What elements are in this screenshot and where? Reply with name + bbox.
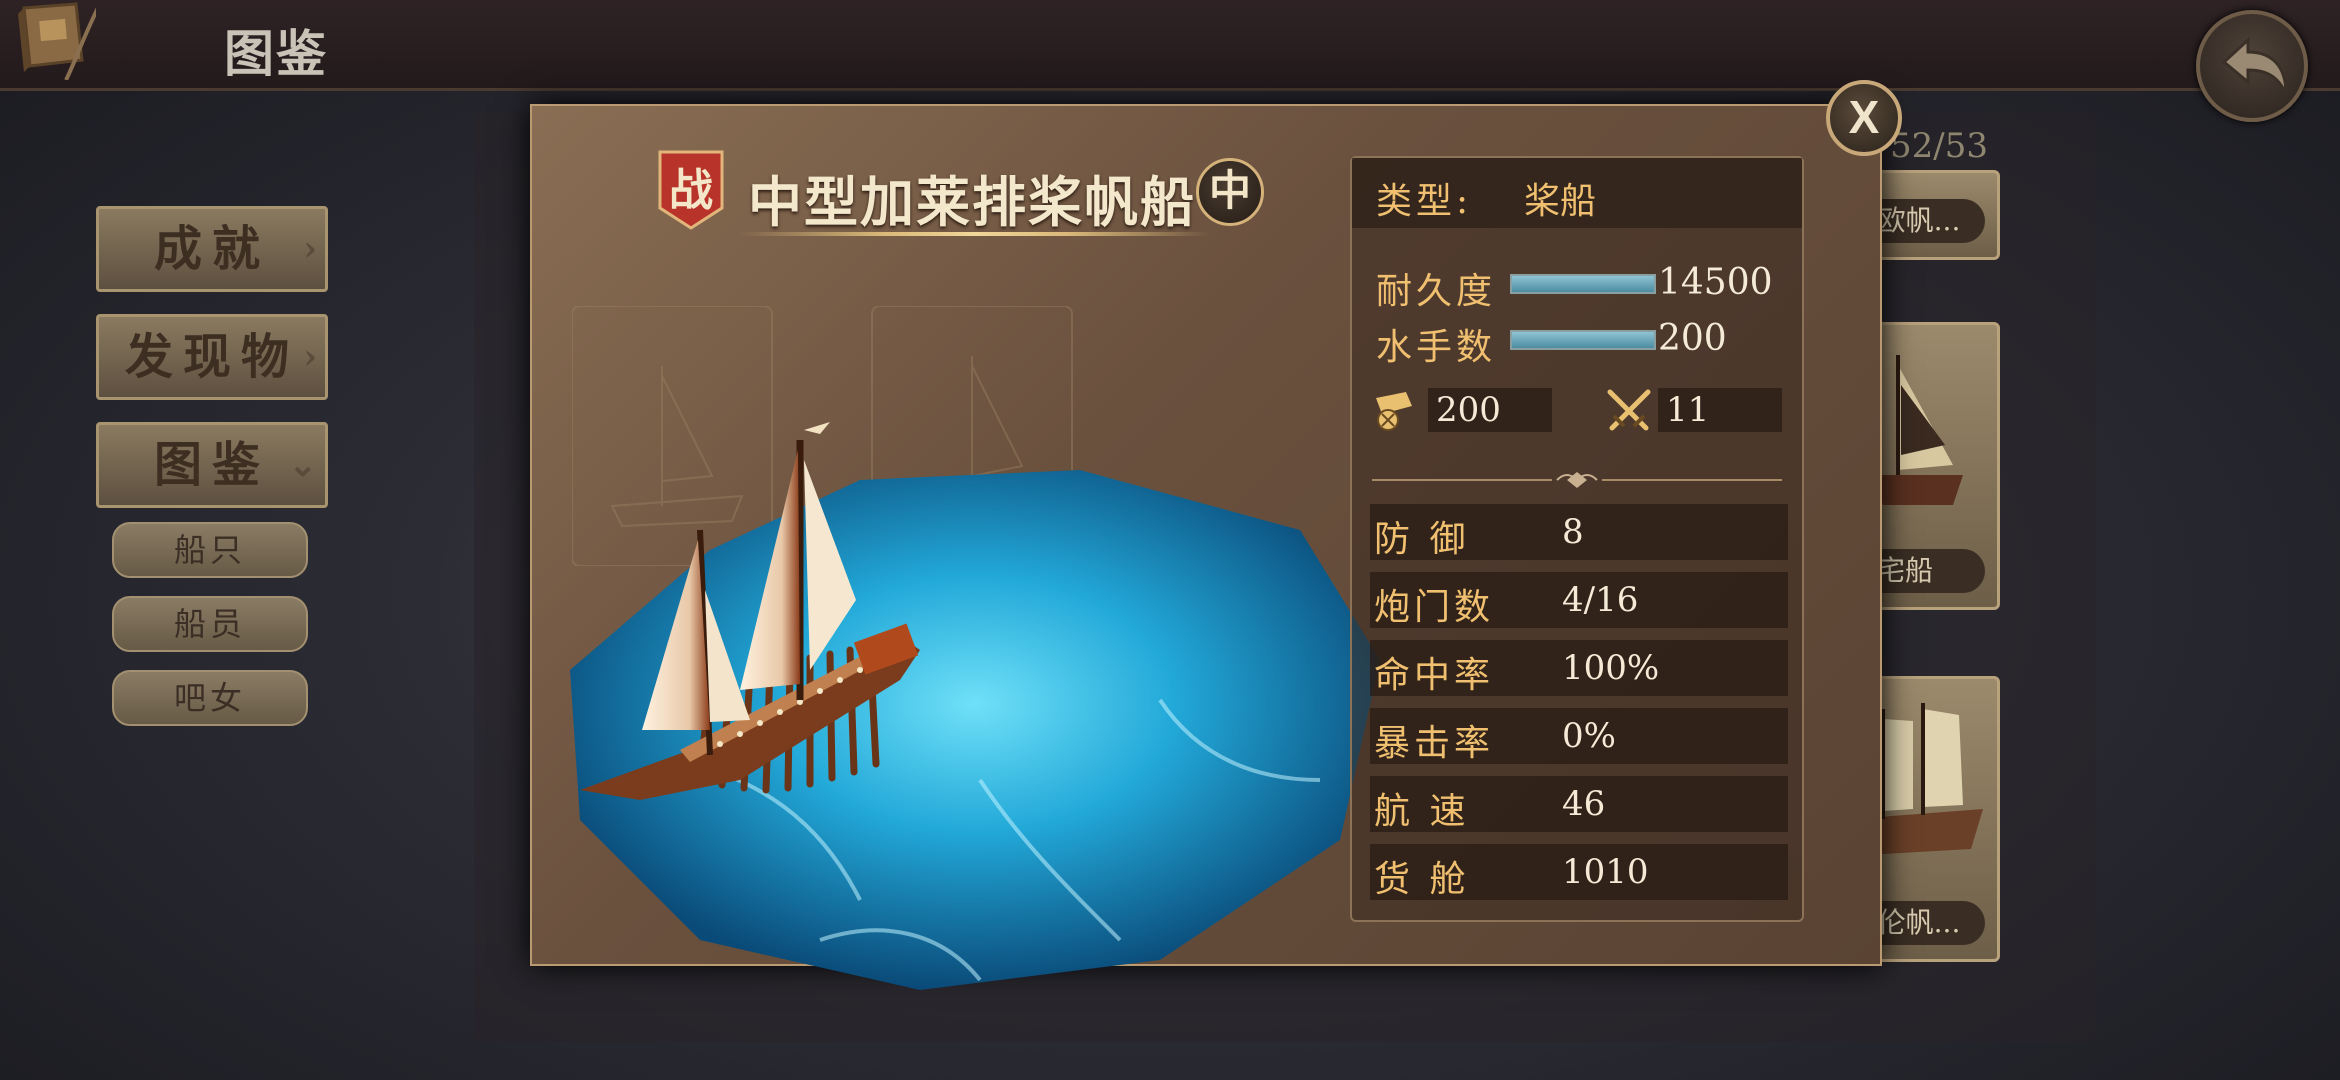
close-button[interactable]: X (1826, 80, 1902, 156)
back-button[interactable] (2196, 10, 2308, 122)
submenu-barmaids[interactable]: 吧女 (112, 670, 308, 726)
ship-name: 中型加莱排桨帆船 (748, 170, 1196, 234)
menu-label: 发现物 (124, 329, 299, 385)
title-underline (740, 232, 1210, 236)
stat-label: 货 舱 (1374, 859, 1470, 900)
menu-achievements[interactable]: 成就 › (96, 206, 328, 292)
stat-value: 4/16 (1562, 580, 1639, 620)
stat-row-speed: 航 速 46 (1370, 776, 1788, 832)
stat-label: 暴击率 (1374, 723, 1495, 764)
war-badge-label: 战 (669, 165, 713, 216)
stat-row-accuracy: 命中率 100% (1370, 640, 1788, 696)
ship-3d-preview (570, 422, 1380, 990)
stat-value: 100% (1562, 648, 1660, 688)
ship-stats-panel: 类型: 桨船 耐久度 14500 水手数 200 200 11 防 御 8 炮门… (1350, 156, 1804, 922)
stat-row-gunports: 炮门数 4/16 (1370, 572, 1788, 628)
crossed-swords-icon (1607, 389, 1651, 431)
cannon-icon (1376, 392, 1412, 431)
cannon-value: 200 (1436, 390, 1501, 430)
close-icon: X (1848, 91, 1880, 143)
stat-value: 1010 (1562, 852, 1649, 892)
menu-codex[interactable]: 图鉴 ⌄ (96, 422, 328, 508)
stat-value: 8 (1562, 512, 1584, 552)
ship-type-value: 桨船 (1524, 181, 1597, 222)
chevron-right-icon: › (303, 229, 317, 269)
stat-value: 0% (1562, 716, 1616, 756)
ship-type-row: 类型: 桨船 (1352, 158, 1802, 228)
stat-label: 命中率 (1374, 655, 1495, 696)
page-title: 图鉴 (224, 24, 328, 83)
stat-row-defense: 防 御 8 (1370, 504, 1788, 560)
back-arrow-icon (2221, 36, 2288, 95)
stat-label: 航 速 (1374, 791, 1470, 832)
crew-bar (1510, 330, 1656, 350)
durability-bar (1510, 274, 1656, 294)
crew-bar-fill (1512, 332, 1654, 348)
cannon-box: 200 (1428, 388, 1552, 432)
durability-label: 耐久度 (1376, 271, 1497, 312)
menu-label: 成就 (153, 221, 270, 277)
ornament-divider (1372, 472, 1782, 488)
durability-bar-fill (1512, 276, 1654, 292)
stat-row-cargo: 货 舱 1010 (1370, 844, 1788, 900)
submenu-crew[interactable]: 船员 (112, 596, 308, 652)
melee-box: 11 (1658, 388, 1782, 432)
melee-value: 11 (1666, 390, 1710, 430)
submenu-ships[interactable]: 船只 (112, 522, 308, 578)
book-icon (18, 2, 96, 80)
top-bar: 图鉴 (0, 0, 2340, 91)
durability-value: 14500 (1658, 262, 1773, 303)
menu-discoveries[interactable]: 发现物 › (96, 314, 328, 400)
crew-label: 水手数 (1376, 327, 1497, 368)
stat-value: 46 (1562, 784, 1606, 824)
menu-label: 图鉴 (153, 437, 270, 493)
collection-count: 52/53 (1890, 126, 1988, 166)
chevron-right-icon: › (303, 337, 317, 377)
stat-label: 炮门数 (1374, 587, 1495, 628)
stat-row-crit-rate: 暴击率 0% (1370, 708, 1788, 764)
crew-value: 200 (1658, 318, 1727, 359)
chevron-down-icon: ⌄ (288, 445, 318, 485)
stat-label: 防 御 (1374, 519, 1470, 560)
ship-type-label: 类型: (1376, 181, 1473, 222)
ship-size-badge: 中 (1196, 158, 1264, 226)
